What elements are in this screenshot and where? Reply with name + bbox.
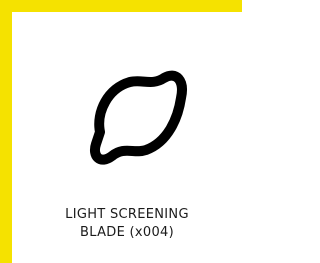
part-card-body: LIGHT SCREENING BLADE (x004) <box>12 12 242 263</box>
part-label: LIGHT SCREENING BLADE (x004) <box>12 206 242 242</box>
part-label-line1: LIGHT SCREENING <box>65 207 189 222</box>
part-card[interactable]: LIGHT SCREENING BLADE (x004) <box>0 0 242 263</box>
part-label-line2: BLADE (x004) <box>80 225 174 240</box>
light-screening-blade-icon <box>90 70 187 165</box>
